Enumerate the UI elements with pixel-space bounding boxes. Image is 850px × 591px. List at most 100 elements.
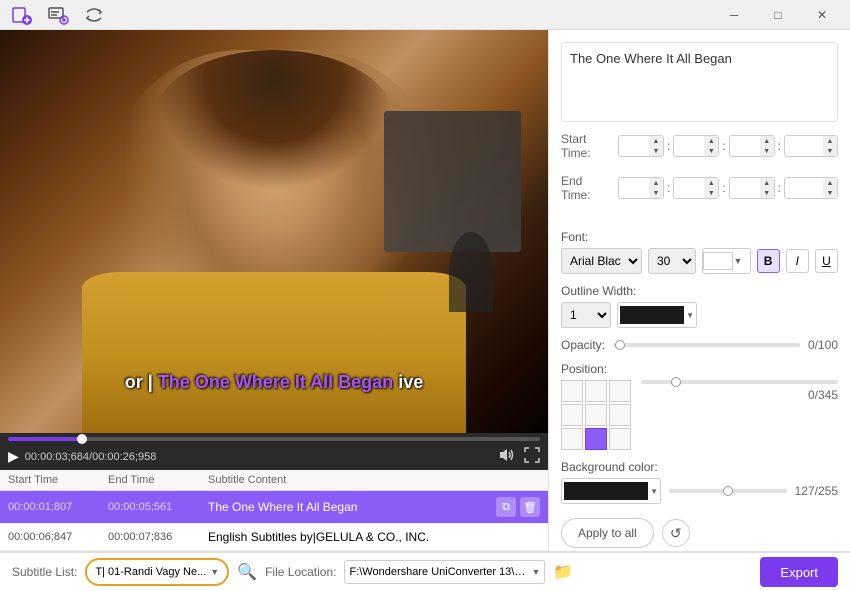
outline-row: 1 ▼: [561, 302, 838, 328]
copy-button[interactable]: ⧉: [496, 497, 516, 517]
end-min-down[interactable]: ▼: [704, 188, 718, 198]
start-hour-up[interactable]: ▲: [649, 136, 663, 146]
subtitle-text-input[interactable]: The One Where It All Began: [570, 51, 829, 111]
pos-cell-ml[interactable]: [561, 404, 583, 426]
subtitle-file-dropdown[interactable]: T| 01-Randi Vagy Ne... ▼: [85, 558, 229, 586]
start-sec-spinbox[interactable]: 01 ▲ ▼: [729, 135, 775, 157]
refresh-button[interactable]: ↺: [662, 519, 690, 547]
audio-icon[interactable]: [498, 447, 516, 466]
outline-color-swatch: [620, 306, 684, 324]
row-actions: ⧉ 🗑: [496, 497, 540, 517]
bg-color-swatch: [564, 482, 648, 500]
play-button[interactable]: ▶: [8, 448, 19, 465]
maximize-button[interactable]: □: [758, 4, 798, 26]
end-ms-up[interactable]: ▲: [823, 178, 837, 188]
bg-color-label: Background color:: [561, 460, 838, 474]
background-section: Background color: ▼ 127/255: [561, 460, 838, 504]
folder-icon[interactable]: 📁: [553, 562, 573, 582]
end-min-input[interactable]: 00: [674, 179, 704, 197]
end-sec-down[interactable]: ▼: [760, 188, 774, 198]
end-sec-spinbox[interactable]: 05 ▲ ▼: [729, 177, 775, 199]
bold-button[interactable]: B: [757, 249, 780, 273]
end-hour-down[interactable]: ▼: [649, 188, 663, 198]
subtitle-main: The One Where It All Began: [158, 372, 393, 392]
bg-opacity-slider[interactable]: [669, 489, 787, 493]
end-min-up[interactable]: ▲: [704, 178, 718, 188]
pos-cell-tl[interactable]: [561, 380, 583, 402]
end-ms-spinbox[interactable]: 561 ▲ ▼: [784, 177, 838, 199]
pos-cell-mr[interactable]: [609, 404, 631, 426]
start-ms-spinbox[interactable]: 807 ▲ ▼: [784, 135, 838, 157]
end-hour-spinbox[interactable]: 00 ▲ ▼: [618, 177, 664, 199]
end-sec-up[interactable]: ▲: [760, 178, 774, 188]
subtitle-icon[interactable]: [44, 4, 72, 26]
start-sec-input[interactable]: 01: [730, 137, 760, 155]
bg-color-select[interactable]: ▼: [561, 478, 661, 504]
subtitle-prefix: or |: [125, 372, 153, 392]
start-min-input[interactable]: 00: [674, 137, 704, 155]
pos-cell-tc[interactable]: [585, 380, 607, 402]
delete-button[interactable]: 🗑: [520, 497, 540, 517]
start-hour-spin-btns: ▲ ▼: [649, 136, 663, 156]
expand-icon[interactable]: [524, 447, 540, 466]
row-start-time: 00:00:06;847: [8, 531, 108, 543]
minimize-button[interactable]: ─: [714, 4, 754, 26]
progress-fill: [8, 437, 82, 441]
title-bar: ─ □ ✕: [0, 0, 850, 30]
bg-chevron-icon: ▼: [650, 487, 658, 496]
pos-cell-br[interactable]: [609, 428, 631, 450]
start-min-down[interactable]: ▼: [704, 146, 718, 156]
add-icon[interactable]: [8, 4, 36, 26]
pos-cell-bl[interactable]: [561, 428, 583, 450]
end-ms-down[interactable]: ▼: [823, 188, 837, 198]
convert-icon[interactable]: [80, 4, 108, 26]
end-hour-up[interactable]: ▲: [649, 178, 663, 188]
list-item[interactable]: 00:00:06;847 00:00:07;836 English Subtit…: [0, 524, 548, 551]
search-button[interactable]: 🔍: [237, 562, 257, 582]
start-min-up[interactable]: ▲: [704, 136, 718, 146]
position-value: 0/345: [641, 388, 838, 402]
pos-cell-tr[interactable]: [609, 380, 631, 402]
bg-color-row: ▼ 127/255: [561, 478, 838, 504]
font-family-select[interactable]: Arial Blac: [561, 248, 642, 274]
export-button[interactable]: Export: [760, 557, 838, 587]
underline-button[interactable]: U: [815, 249, 838, 273]
start-hour-input[interactable]: 00: [619, 137, 649, 155]
start-hour-spinbox[interactable]: 00 ▲ ▼: [618, 135, 664, 157]
apply-all-button[interactable]: Apply to all: [561, 518, 654, 548]
italic-button[interactable]: I: [786, 249, 809, 273]
outline-color-select[interactable]: ▼: [617, 302, 697, 328]
file-path-chevron-icon: ▼: [531, 567, 540, 577]
file-path-dropdown[interactable]: F:\Wondershare UniConverter 13\SubEdi ▼: [344, 560, 545, 584]
subtitle-file-name: T| 01-Randi Vagy Ne...: [95, 566, 206, 578]
subtitle-list-label: Subtitle List:: [12, 565, 77, 579]
start-ms-input[interactable]: 807: [785, 137, 823, 155]
end-sec-input[interactable]: 05: [730, 179, 760, 197]
pos-cell-mc[interactable]: [585, 404, 607, 426]
opacity-value: 0/100: [808, 338, 838, 352]
start-sec-down[interactable]: ▼: [760, 146, 774, 156]
end-ms-input[interactable]: 561: [785, 179, 823, 197]
start-ms-up[interactable]: ▲: [823, 136, 837, 146]
position-slider[interactable]: [641, 380, 838, 384]
file-location-label: File Location:: [265, 565, 336, 579]
bg-slider-container: [669, 489, 787, 493]
start-sec-up[interactable]: ▲: [760, 136, 774, 146]
opacity-slider[interactable]: [613, 343, 800, 347]
row-start-time: 00:00:01;807: [8, 501, 108, 513]
outline-color-chevron-icon: ▼: [686, 311, 694, 320]
pos-cell-bc[interactable]: [585, 428, 607, 450]
font-color-select[interactable]: ▼: [702, 248, 750, 274]
end-hour-input[interactable]: 00: [619, 179, 649, 197]
window-controls: ─ □ ✕: [714, 4, 842, 26]
font-size-select[interactable]: 30: [648, 248, 696, 274]
close-button[interactable]: ✕: [802, 4, 842, 26]
outline-width-select[interactable]: 1: [561, 302, 611, 328]
start-ms-down[interactable]: ▼: [823, 146, 837, 156]
start-hour-down[interactable]: ▼: [649, 146, 663, 156]
list-header: Start Time End Time Subtitle Content: [0, 470, 548, 491]
start-min-spinbox[interactable]: 00 ▲ ▼: [673, 135, 719, 157]
list-item[interactable]: 00:00:01;807 00:00:05;561 The One Where …: [0, 491, 548, 524]
end-min-spinbox[interactable]: 00 ▲ ▼: [673, 177, 719, 199]
progress-bar[interactable]: [8, 437, 540, 441]
